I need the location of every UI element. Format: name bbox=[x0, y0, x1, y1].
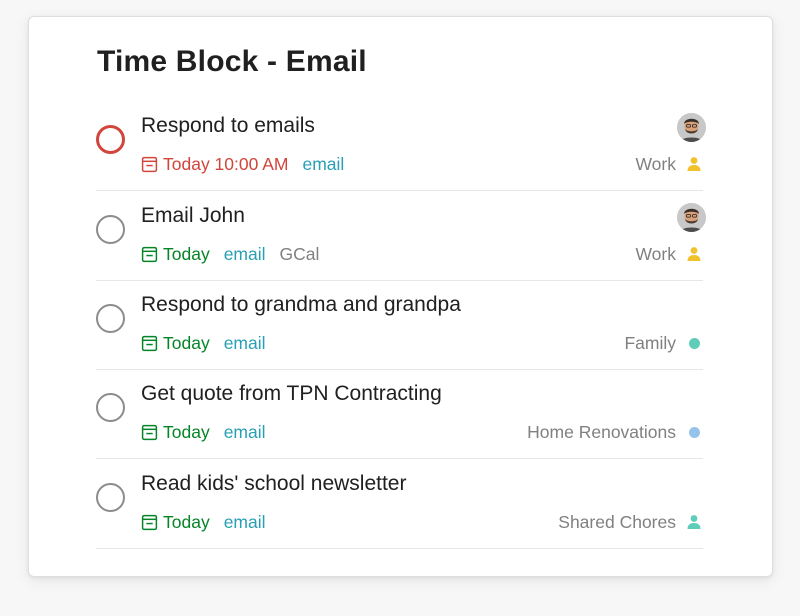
project-name[interactable]: Shared Chores bbox=[558, 510, 703, 534]
task-meta: Today email bbox=[141, 420, 280, 444]
task-row[interactable]: Respond to emails Today 10:00 AM email W… bbox=[96, 101, 706, 191]
task-meta: Today email bbox=[141, 331, 280, 355]
label-email[interactable]: email bbox=[303, 154, 345, 175]
avatar[interactable] bbox=[677, 113, 706, 142]
project-label: Work bbox=[635, 153, 676, 174]
label-email[interactable]: email bbox=[224, 422, 266, 443]
project-name[interactable]: Work bbox=[635, 242, 703, 266]
task-meta: Today email GCal bbox=[141, 242, 319, 266]
due-date[interactable]: Today bbox=[141, 422, 210, 443]
task-row[interactable]: Respond to grandma and grandpa Today ema… bbox=[96, 280, 703, 370]
task-row[interactable]: Get quote from TPN Contracting Today ema… bbox=[96, 369, 703, 459]
person-icon bbox=[685, 513, 703, 531]
complete-task-checkbox[interactable] bbox=[96, 125, 125, 154]
calendar-icon bbox=[141, 156, 158, 172]
task-meta: Today email bbox=[141, 510, 280, 534]
label-email[interactable]: email bbox=[224, 244, 266, 265]
complete-task-checkbox[interactable] bbox=[96, 393, 125, 422]
due-date[interactable]: Today bbox=[141, 512, 210, 533]
project-label: Shared Chores bbox=[558, 511, 676, 532]
calendar-icon bbox=[141, 246, 158, 262]
project-label: Family bbox=[624, 332, 676, 353]
label-email[interactable]: email bbox=[224, 333, 266, 354]
person-icon bbox=[685, 245, 703, 263]
calendar-icon bbox=[141, 424, 158, 440]
due-date-text: Today 10:00 AM bbox=[163, 153, 289, 174]
due-date[interactable]: Today bbox=[141, 244, 210, 265]
due-date[interactable]: Today 10:00 AM bbox=[141, 154, 289, 175]
due-date-text: Today bbox=[163, 332, 210, 353]
task-row[interactable]: Read kids' school newsletter Today email… bbox=[96, 459, 703, 549]
due-date-text: Today bbox=[163, 511, 210, 532]
label-email[interactable]: email bbox=[224, 512, 266, 533]
task-title[interactable]: Respond to grandma and grandpa bbox=[141, 293, 461, 317]
label-gcal[interactable]: GCal bbox=[280, 244, 320, 265]
page-title: Time Block - Email bbox=[97, 45, 367, 78]
task-title[interactable]: Get quote from TPN Contracting bbox=[141, 382, 442, 406]
due-date-text: Today bbox=[163, 243, 210, 264]
avatar[interactable] bbox=[677, 203, 706, 232]
task-title[interactable]: Read kids' school newsletter bbox=[141, 472, 406, 496]
calendar-icon bbox=[141, 514, 158, 530]
complete-task-checkbox[interactable] bbox=[96, 215, 125, 244]
task-list-card: Time Block - Email Respond to emails Tod… bbox=[28, 16, 773, 577]
project-name[interactable]: Home Renovations bbox=[527, 420, 703, 444]
due-date-text: Today bbox=[163, 421, 210, 442]
project-name[interactable]: Family bbox=[624, 331, 703, 355]
dot-icon bbox=[685, 423, 703, 441]
project-name[interactable]: Work bbox=[635, 152, 703, 176]
task-row[interactable]: Email John Today email GCal Work bbox=[96, 191, 706, 281]
due-date[interactable]: Today bbox=[141, 333, 210, 354]
calendar-icon bbox=[141, 335, 158, 351]
task-title[interactable]: Respond to emails bbox=[141, 114, 315, 138]
task-meta: Today 10:00 AM email bbox=[141, 152, 358, 176]
task-title[interactable]: Email John bbox=[141, 204, 245, 228]
project-label: Home Renovations bbox=[527, 421, 676, 442]
project-label: Work bbox=[635, 243, 676, 264]
complete-task-checkbox[interactable] bbox=[96, 483, 125, 512]
dot-icon bbox=[685, 334, 703, 352]
complete-task-checkbox[interactable] bbox=[96, 304, 125, 333]
person-icon bbox=[685, 155, 703, 173]
